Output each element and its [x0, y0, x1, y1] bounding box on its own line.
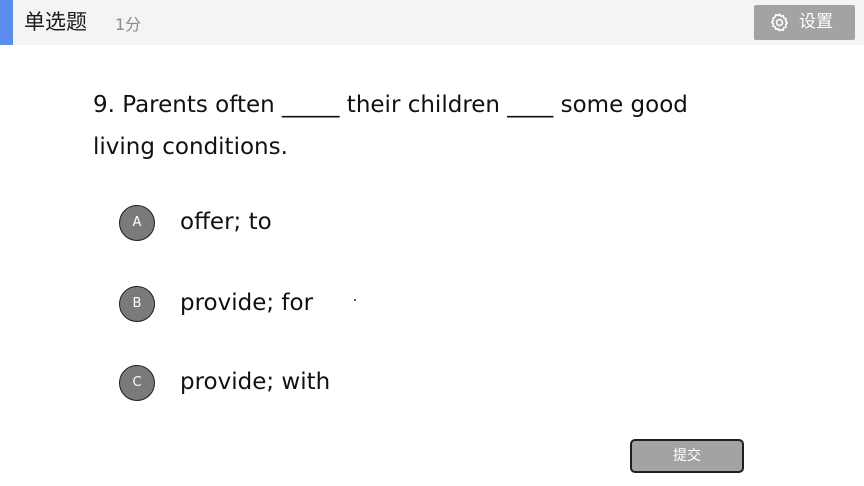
option-letter-a[interactable]: A [119, 205, 155, 241]
option-letter-b[interactable]: B [119, 286, 155, 322]
option-text-b[interactable]: provide; for [180, 288, 313, 318]
stray-dot [354, 299, 356, 301]
settings-label: 设置 [799, 12, 833, 32]
option-letter-c[interactable]: C [119, 365, 155, 401]
settings-button[interactable]: 设置 [754, 5, 855, 40]
option-text-c[interactable]: provide; with [180, 367, 330, 397]
submit-button[interactable]: 提交 [630, 439, 744, 473]
option-text-a[interactable]: offer; to [180, 207, 272, 237]
question-score: 1分 [115, 15, 142, 34]
accent-bar [0, 0, 13, 45]
option-c[interactable]: C provide; with [119, 362, 519, 402]
question-stem: 9. Parents often _____ their children __… [93, 92, 688, 160]
option-a[interactable]: A offer; to [119, 202, 519, 242]
header-bar: 单选题 1分 设置 [0, 0, 864, 45]
option-b[interactable]: B provide; for [119, 283, 519, 323]
question-type-label: 单选题 [24, 10, 87, 34]
gear-icon [770, 13, 789, 32]
